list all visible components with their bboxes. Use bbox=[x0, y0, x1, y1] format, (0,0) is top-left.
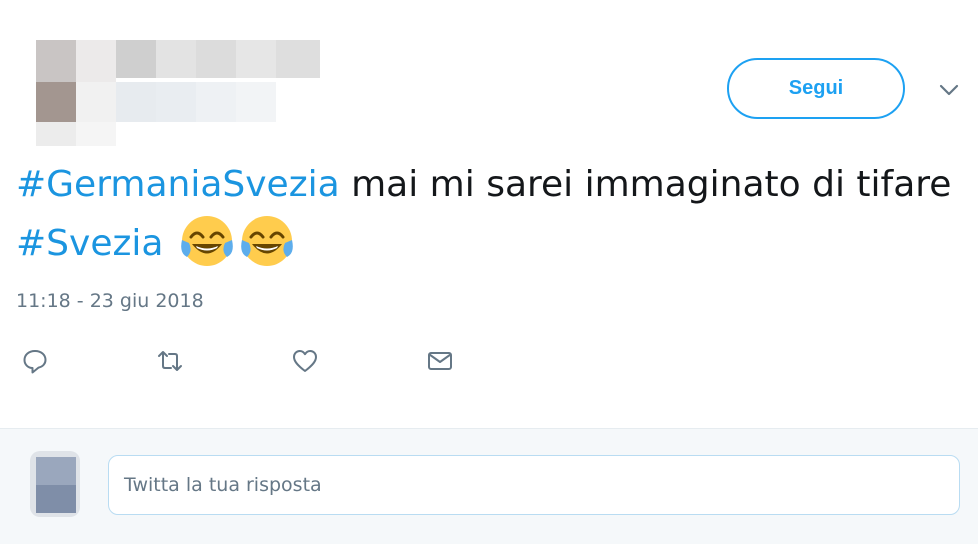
laughing-emoji-icon bbox=[179, 213, 235, 269]
author-info-blurred bbox=[0, 40, 330, 150]
hashtag-link[interactable]: #Svezia bbox=[16, 223, 163, 264]
chevron-down-icon[interactable] bbox=[936, 80, 962, 100]
hashtag-link[interactable]: #GermaniaSvezia bbox=[16, 164, 340, 205]
tweet-body-text: mai mi sarei immaginato di tifare bbox=[339, 164, 952, 205]
tweet-timestamp[interactable]: 11:18 - 23 giu 2018 bbox=[16, 290, 204, 312]
avatar bbox=[30, 451, 80, 517]
heart-icon[interactable] bbox=[290, 346, 320, 376]
reply-icon[interactable] bbox=[20, 346, 50, 376]
reply-bar: Twitta la tua risposta bbox=[0, 428, 978, 544]
tweet-card: Segui #GermaniaSvezia mai mi sarei immag… bbox=[0, 0, 978, 428]
tweet-actions bbox=[0, 340, 978, 380]
retweet-icon[interactable] bbox=[155, 346, 185, 376]
follow-button[interactable]: Segui bbox=[727, 58, 905, 119]
laughing-emoji-icon bbox=[239, 213, 295, 269]
envelope-icon[interactable] bbox=[425, 346, 455, 376]
tweet-text: #GermaniaSvezia mai mi sarei immaginato … bbox=[16, 156, 961, 272]
reply-input[interactable]: Twitta la tua risposta bbox=[108, 455, 960, 515]
